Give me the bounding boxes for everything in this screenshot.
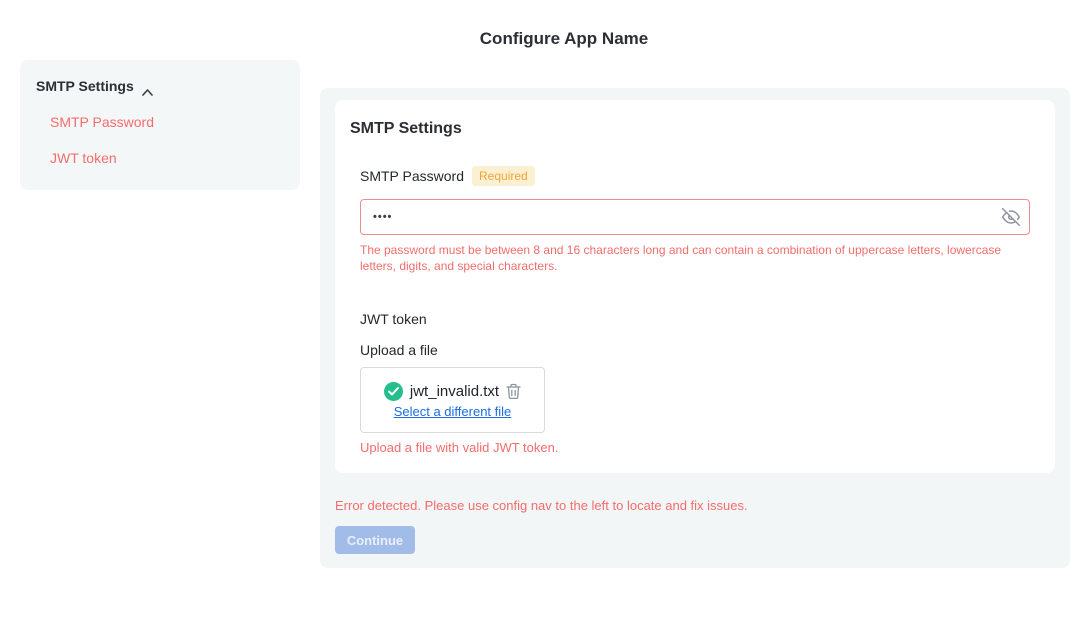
card-heading: SMTP Settings bbox=[350, 120, 1030, 138]
config-panel: SMTP Settings SMTP Password Required The… bbox=[320, 88, 1070, 568]
sidebar-section-smtp-settings[interactable]: SMTP Settings bbox=[36, 78, 284, 94]
continue-button[interactable]: Continue bbox=[335, 526, 415, 554]
smtp-password-label: SMTP Password bbox=[360, 168, 464, 184]
jwt-token-label: JWT token bbox=[360, 311, 1030, 327]
config-nav-sidebar: SMTP Settings SMTP Password JWT token bbox=[20, 60, 300, 190]
chevron-up-icon bbox=[142, 83, 153, 90]
file-upload-box: jwt_invalid.txt Select a different file bbox=[360, 367, 545, 433]
required-badge: Required bbox=[472, 166, 535, 186]
sidebar-section-label: SMTP Settings bbox=[36, 78, 134, 94]
trash-icon[interactable] bbox=[506, 383, 521, 400]
smtp-settings-card: SMTP Settings SMTP Password Required The… bbox=[335, 100, 1055, 473]
check-circle-icon bbox=[384, 382, 403, 401]
sidebar-item-jwt-token[interactable]: JWT token bbox=[50, 150, 284, 166]
sidebar-item-smtp-password[interactable]: SMTP Password bbox=[50, 114, 284, 130]
smtp-password-input[interactable] bbox=[360, 199, 1030, 235]
password-error-hint: The password must be between 8 and 16 ch… bbox=[360, 242, 1022, 274]
panel-error-message: Error detected. Please use config nav to… bbox=[335, 498, 1055, 513]
uploaded-file-name: jwt_invalid.txt bbox=[410, 383, 499, 400]
eye-off-icon[interactable] bbox=[1002, 208, 1020, 226]
page-title: Configure App Name bbox=[40, 29, 1088, 49]
select-different-file-link[interactable]: Select a different file bbox=[394, 404, 512, 419]
jwt-error-hint: Upload a file with valid JWT token. bbox=[360, 440, 1030, 455]
upload-file-label: Upload a file bbox=[360, 342, 1030, 358]
